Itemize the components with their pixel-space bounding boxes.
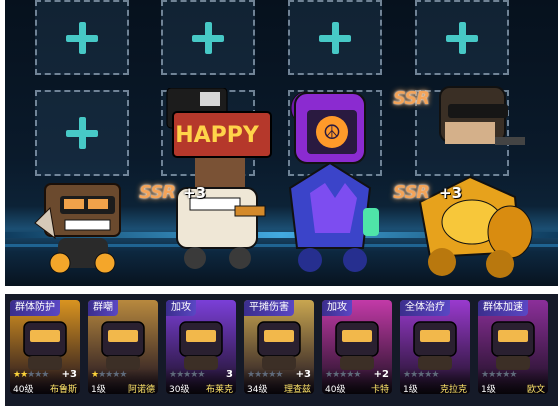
- skill-tag: 群嘲: [88, 300, 118, 316]
- svg-text:☮: ☮: [323, 120, 341, 144]
- skill-tag: 群体防护: [10, 300, 60, 316]
- hero-name: 卡特: [370, 385, 389, 394]
- hero-level: 1级: [91, 385, 106, 394]
- star-rating: ★★★★★: [91, 370, 127, 380]
- skill-tag: 群体加速: [478, 300, 528, 316]
- star-rating: ★★★★★: [481, 370, 517, 380]
- rarity-label: SSR: [393, 182, 430, 203]
- plus-icon: [190, 20, 226, 56]
- hero-level: 40级: [13, 385, 34, 394]
- hero-name: 克拉克: [439, 385, 467, 394]
- star-rating: ★★★★★: [403, 370, 439, 380]
- hero-name: 欧文: [526, 385, 545, 394]
- hero-name: 布莱克: [205, 385, 233, 394]
- hero-name: 理查兹: [283, 385, 311, 394]
- hero-card[interactable]: 全体治疗 ★★★★★ 1级 克拉克: [400, 300, 470, 394]
- plus-icon: [444, 20, 480, 56]
- rarity-label: SSR: [139, 182, 176, 203]
- skill-tag: 全体治疗: [400, 300, 450, 316]
- empty-slot[interactable]: [35, 0, 129, 75]
- hero-name: 布鲁斯: [49, 385, 77, 394]
- hero-card[interactable]: 群体加速 ★★★★★ 1级 欧文: [478, 300, 548, 394]
- rarity-label: SSR: [393, 88, 430, 109]
- hero-level: 34级: [247, 385, 268, 394]
- hero-card[interactable]: 群嘲 ★★★★★ 1级 阿诺德: [88, 300, 158, 394]
- skill-tag: 加攻: [166, 300, 196, 316]
- plus-icon: [64, 115, 100, 151]
- hero-name: 阿诺德: [127, 385, 155, 394]
- skill-tag: 平摊伤害: [244, 300, 294, 316]
- hero-card[interactable]: 加攻 ★★★★★ 3 30级 布莱克: [166, 300, 236, 394]
- empty-slot[interactable]: [415, 0, 509, 75]
- character-peace-robot[interactable]: ☮: [275, 88, 385, 278]
- hero-level: 40级: [325, 385, 346, 394]
- upgrade-count: 3: [226, 369, 233, 380]
- hero-level: 1级: [481, 385, 496, 394]
- hero-level: 30级: [169, 385, 190, 394]
- empty-slot[interactable]: [288, 0, 382, 75]
- hero-level: 1级: [403, 385, 418, 394]
- svg-text:HAPPY: HAPPY: [175, 123, 260, 148]
- upgrade-count: +2: [373, 369, 389, 380]
- star-rating: ★★★★★: [325, 370, 361, 380]
- hero-card[interactable]: 平摊伤害 ★★★★★ +3 34级 理查兹: [244, 300, 314, 394]
- star-rating: ★★★★★: [13, 370, 49, 380]
- plus-icon: [317, 20, 353, 56]
- upgrade-count: +3: [295, 369, 311, 380]
- empty-slot[interactable]: [35, 90, 129, 176]
- battle-scene: HAPPY ☮ SSR SSR +3 SSR +3: [5, 0, 558, 286]
- plus-icon: [64, 20, 100, 56]
- hero-card[interactable]: 加攻 ★★★★★ +2 40级 卡特: [322, 300, 392, 394]
- skill-tag: 加攻: [322, 300, 352, 316]
- hero-card-bar: 群体防护 ★★★★★ +3 40级 布鲁斯 群嘲 ★★★★★ 1级 阿诺德 加攻…: [5, 294, 558, 406]
- hero-card[interactable]: 群体防护 ★★★★★ +3 40级 布鲁斯: [10, 300, 80, 394]
- character-box-head[interactable]: [30, 178, 130, 278]
- upgrade-label: +3: [439, 184, 463, 202]
- empty-slot[interactable]: [161, 0, 255, 75]
- star-rating: ★★★★★: [247, 370, 283, 380]
- upgrade-label: +3: [183, 184, 207, 202]
- upgrade-count: +3: [61, 369, 77, 380]
- star-rating: ★★★★★: [169, 370, 205, 380]
